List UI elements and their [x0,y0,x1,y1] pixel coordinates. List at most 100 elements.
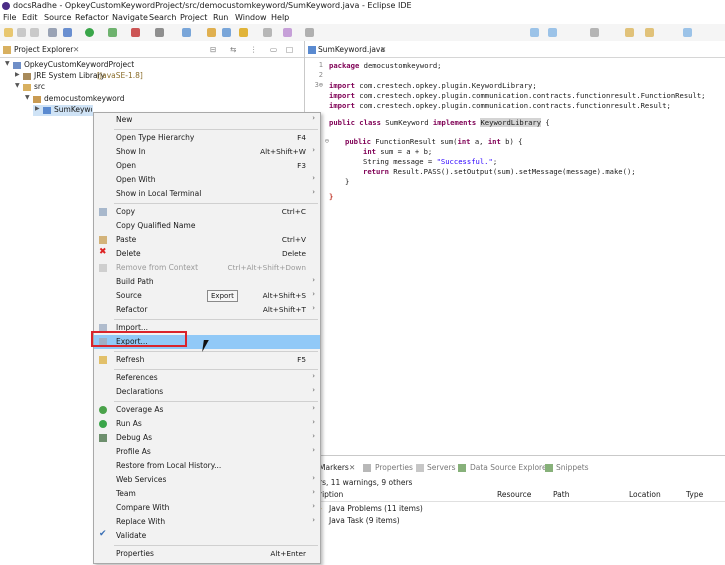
menu-source[interactable]: Source [44,13,71,22]
coverage-icon[interactable] [108,28,117,37]
menu-edit[interactable]: Edit [22,13,38,22]
maximize-icon[interactable]: □ [286,45,293,54]
menu-item-references[interactable]: References › [94,371,320,385]
view-menu-icon[interactable]: ⋮ [250,45,258,54]
column-description[interactable]: ription [319,490,343,499]
marker-group-java-problems[interactable]: Java Problems (11 items) [329,504,423,513]
close-icon[interactable]: ✕ [349,463,355,472]
open-type-icon[interactable] [207,28,216,37]
save-all-icon[interactable] [30,28,39,37]
close-icon[interactable]: ✕ [73,45,79,54]
external-tools-icon[interactable] [155,28,164,37]
menu-item-compare-with[interactable]: Compare With › [94,501,320,515]
menu-item-paste[interactable]: Paste Ctrl+V [94,233,320,247]
save-icon[interactable] [17,28,26,37]
chevron-right-icon[interactable]: ▶ [35,105,40,112]
column-location[interactable]: Location [629,490,661,499]
run-icon[interactable] [85,28,94,37]
annotation-icon[interactable] [263,28,272,37]
code-editor[interactable]: SumKeyword.java ✕ 1 2 3⊕ package democus… [305,41,725,453]
menu-refactor[interactable]: Refactor [75,13,109,22]
menu-item-run-as[interactable]: Run As › [94,417,320,431]
menu-item-coverage-as[interactable]: Coverage As › [94,403,320,417]
menu-item-show-in-local-terminal[interactable]: Show in Local Terminal › [94,187,320,201]
profile-icon[interactable] [131,28,140,37]
toggle-mark-icon[interactable] [283,28,292,37]
new-icon[interactable] [4,28,13,37]
menu-item-copy[interactable]: Copy Ctrl+C [94,205,320,219]
tab-servers[interactable]: Servers [427,463,456,472]
debug-icon[interactable] [63,28,72,37]
column-resource[interactable]: Resource [497,490,531,499]
tree-item-jre[interactable]: ▶ JRE System Library [JavaSE-1.8] [0,71,300,82]
open-task-icon[interactable] [222,28,231,37]
menu-item-show-in[interactable]: Show In Alt+Shift+W › [94,145,320,159]
next-annotation-icon[interactable] [590,28,599,37]
menu-navigate[interactable]: Navigate [112,13,148,22]
menu-item-new[interactable]: New › [94,113,320,127]
menu-item-refresh[interactable]: Refresh F5 [94,353,320,367]
menu-run[interactable]: Run [213,13,228,22]
menu-separator [114,401,318,402]
menu-item-open-type-hierarchy[interactable]: Open Type Hierarchy F4 [94,131,320,145]
menu-item-properties[interactable]: Properties Alt+Enter [94,547,320,561]
menu-item-build-path[interactable]: Build Path › [94,275,320,289]
tab-data-source-explorer[interactable]: Data Source Explorer [470,463,550,472]
menu-item-profile-as[interactable]: Profile As › [94,445,320,459]
menu-project[interactable]: Project [180,13,207,22]
forward-icon[interactable] [645,28,654,37]
chevron-right-icon: › [312,276,315,284]
menu-search[interactable]: Search [149,13,176,22]
menu-help[interactable]: Help [271,13,289,22]
menu-item-web-services[interactable]: Web Services › [94,473,320,487]
menu-separator [114,203,318,204]
menu-item-replace-with[interactable]: Replace With › [94,515,320,529]
link-editor-icon[interactable]: ⇆ [230,45,236,54]
word-wrap-icon[interactable] [548,28,557,37]
menu-item-restore-local-history[interactable]: Restore from Local History... [94,459,320,473]
menu-item-copy-qualified-name[interactable]: Copy Qualified Name [94,219,320,233]
debug-icon [99,434,107,442]
tab-properties[interactable]: Properties [375,463,413,472]
menu-item-refactor[interactable]: Refactor Alt+Shift+T › [94,303,320,317]
tree-label: src [34,82,45,91]
chevron-down-icon[interactable]: ▼ [25,94,30,101]
tab-project-explorer[interactable]: Project Explorer [14,45,73,54]
tab-markers[interactable]: Markers [319,463,349,472]
menu-item-remove-from-context[interactable]: Remove from Context Ctrl+Alt+Shift+Down [94,261,320,275]
chevron-down-icon[interactable]: ▼ [15,82,20,89]
close-icon[interactable]: ✕ [380,45,386,54]
toggle-highlight-icon[interactable] [530,28,539,37]
pin-editor-icon[interactable] [305,28,314,37]
column-type[interactable]: Type [686,490,703,499]
marker-group-java-task[interactable]: Java Task (9 items) [329,516,400,525]
new-java-project-icon[interactable] [182,28,191,37]
menu-item-open-with[interactable]: Open With › [94,173,320,187]
menu-item-team[interactable]: Team › [94,487,320,501]
collapse-all-icon[interactable]: ⊟ [210,45,216,54]
tab-snippets[interactable]: Snippets [556,463,589,472]
chevron-right-icon[interactable]: ▶ [15,71,20,78]
menu-item-debug-as[interactable]: Debug As › [94,431,320,445]
menu-separator [114,129,318,130]
tree-item-package[interactable]: ▼ democustomkeyword [0,94,300,105]
menu-item-delete[interactable]: ✖ Delete Delete [94,247,320,261]
chevron-down-icon[interactable]: ▼ [5,60,10,67]
perspective-icon[interactable] [683,28,692,37]
menu-item-open[interactable]: Open F3 [94,159,320,173]
search-icon[interactable] [239,28,248,37]
eclipse-app-icon [2,2,10,10]
tree-item-sumkeyword[interactable]: ▶ SumKeyword.java [33,105,93,116]
minimize-icon[interactable]: ▭ [270,45,277,54]
tree-item-project[interactable]: ▼ OpkeyCustomKeywordProject [0,60,300,71]
tree-item-src[interactable]: ▼ src [0,82,300,93]
back-icon[interactable] [625,28,634,37]
menu-separator [114,351,318,352]
build-icon[interactable] [48,28,57,37]
menu-window[interactable]: Window [235,13,267,22]
tab-sumkeyword-java[interactable]: SumKeyword.java [318,45,385,54]
column-path[interactable]: Path [553,490,569,499]
menu-file[interactable]: File [3,13,16,22]
menu-item-declarations[interactable]: Declarations › [94,385,320,399]
menu-item-validate[interactable]: ✔ Validate [94,529,320,543]
